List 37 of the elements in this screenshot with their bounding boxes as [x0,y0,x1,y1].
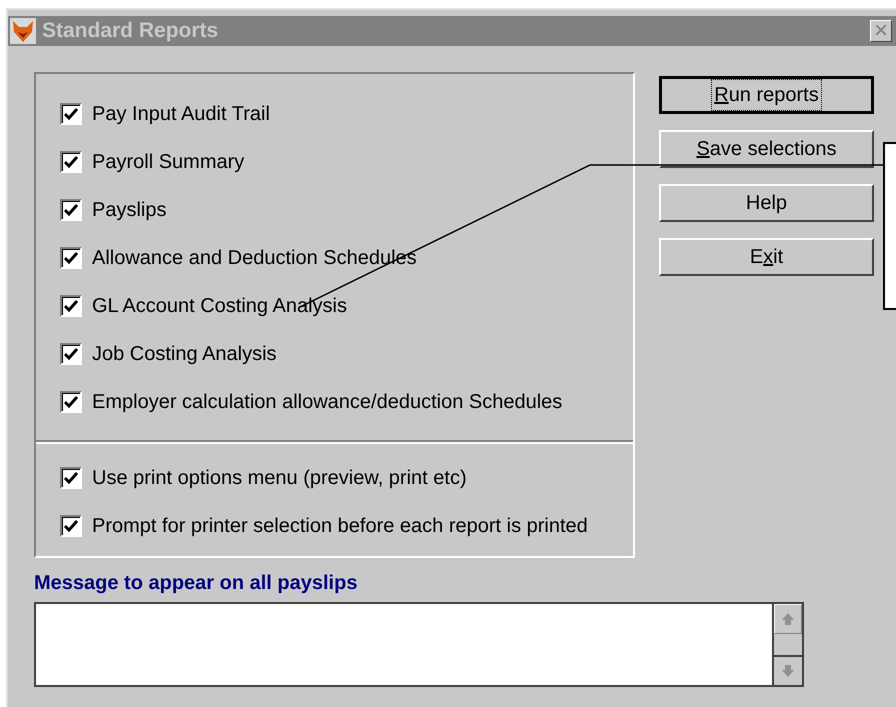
checkbox[interactable] [60,247,82,269]
checkbox-label: Payroll Summary [92,150,244,175]
dialog-button[interactable]: Run reports [659,76,874,114]
checkmark-icon [64,156,78,168]
checkmark-icon [64,204,78,216]
dialog-button[interactable]: Save selections [659,130,874,168]
checkbox[interactable] [60,199,82,221]
checkmark-icon [64,520,78,532]
fox-logo-icon [10,18,36,44]
checkbox[interactable] [60,103,82,125]
checkmark-icon [64,108,78,120]
dialog-button[interactable]: Exit [659,238,874,276]
checkbox[interactable] [60,151,82,173]
checkbox-label: Job Costing Analysis [92,342,277,367]
checkbox[interactable] [60,515,82,537]
message-field[interactable] [34,602,804,687]
checkbox[interactable] [60,295,82,317]
up-arrow-icon [781,612,795,626]
checkmark-icon [64,472,78,484]
down-arrow-icon [781,664,795,678]
checkmark-icon [64,348,78,360]
scroll-up-button[interactable] [774,604,802,634]
checkbox-label: Use print options menu (preview, print etc) [92,466,467,491]
checkbox[interactable] [60,343,82,365]
checkbox[interactable] [60,391,82,413]
checkbox-label: GL Account Costing Analysis [92,294,347,319]
message-label: Message to appear on all payslips [34,571,358,596]
checkbox-label: Pay Input Audit Trail [92,102,270,127]
checkmark-icon [64,300,78,312]
checkbox-label: Payslips [92,198,166,223]
checkbox[interactable] [60,467,82,489]
checkmark-icon [64,396,78,408]
checkbox-label: Employer calculation allowance/deduction Schedules [92,390,562,415]
window-title: Standard Reports [42,18,218,44]
checkmark-icon [64,252,78,264]
dialog-button[interactable]: Help [659,184,874,222]
checkbox-label: Prompt for printer selection before each report is printed [92,514,588,539]
